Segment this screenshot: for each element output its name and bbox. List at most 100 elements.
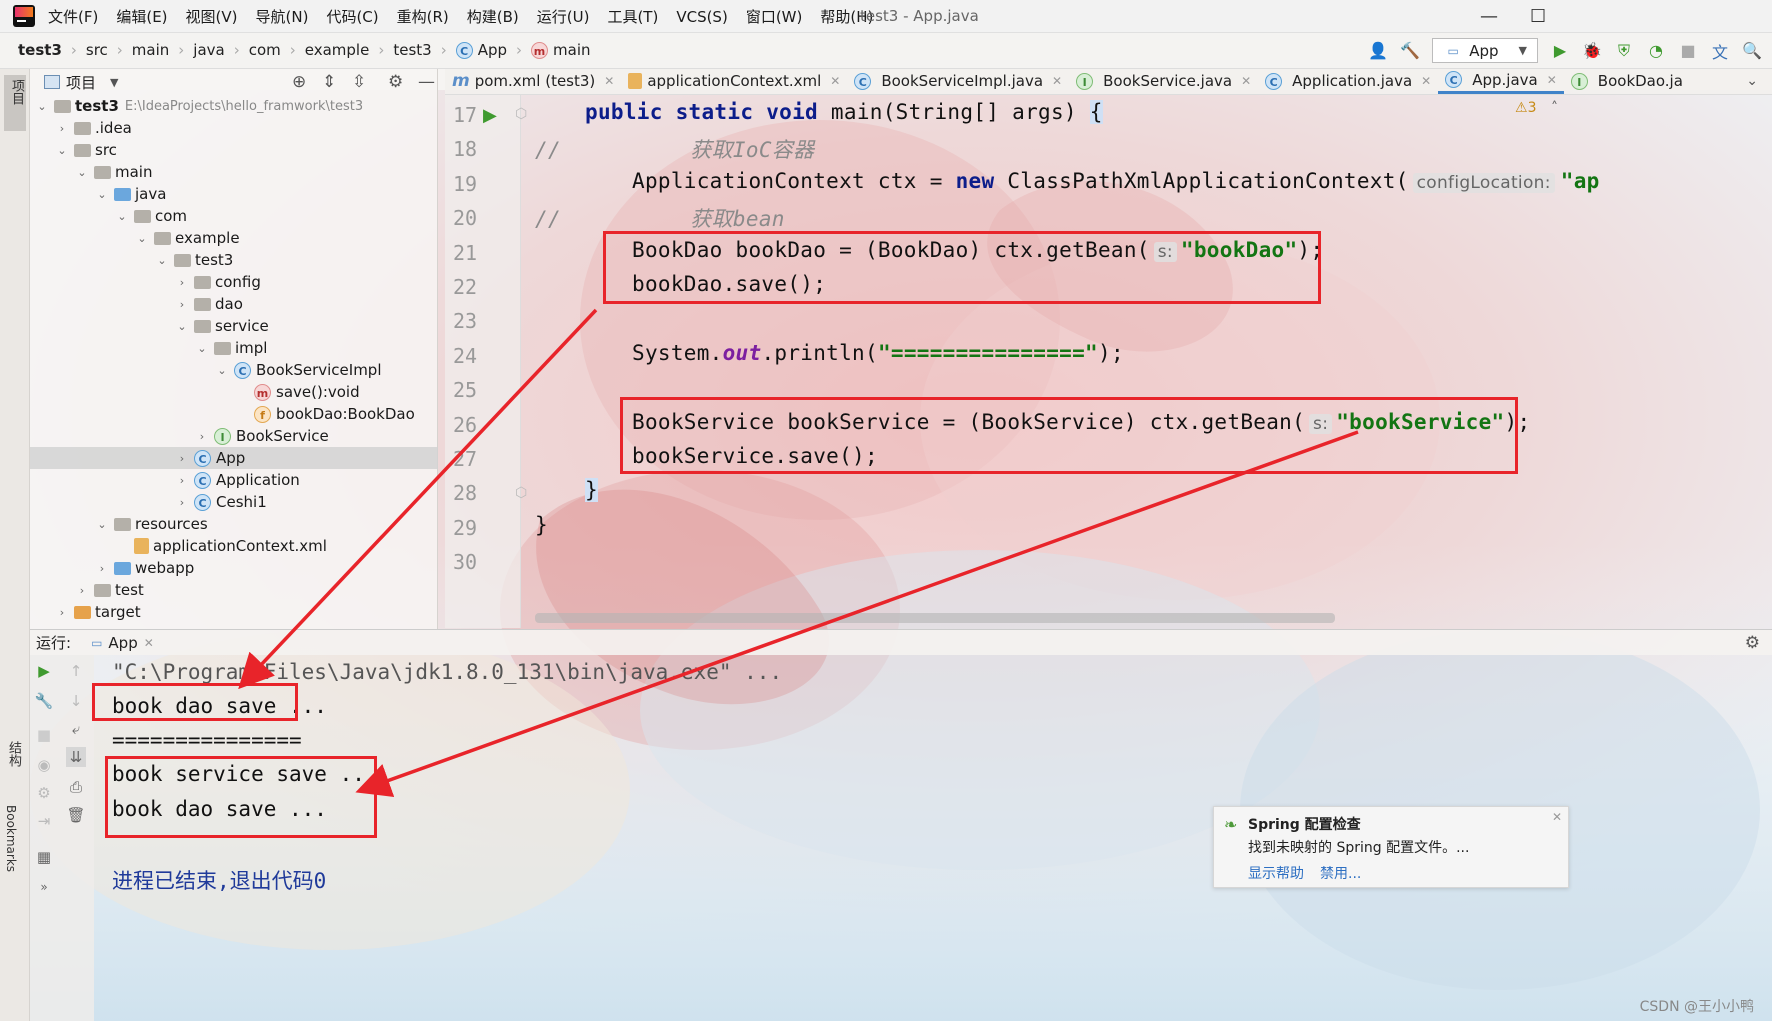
chevron-right-icon[interactable]: › (96, 562, 108, 575)
breadcrumb-com[interactable]: com (249, 41, 281, 59)
menu-vcs[interactable]: VCS(S) (676, 8, 727, 26)
chevron-right-icon[interactable]: › (176, 474, 188, 487)
tree-item-example[interactable]: ⌄ example (30, 227, 438, 249)
gear-icon[interactable]: ⚙ (388, 72, 403, 92)
chevron-down-icon[interactable]: ⌄ (56, 144, 68, 157)
tab-app-java[interactable]: C App.java ✕ (1438, 68, 1564, 94)
tab-pom-xml-test3-[interactable]: m pom.xml (test3) ✕ (445, 68, 621, 94)
layout-icon[interactable]: ▦ (34, 847, 54, 867)
locate-icon[interactable]: ⊕ (292, 72, 306, 92)
menu-refactor[interactable]: 重构(R) (397, 6, 449, 27)
tab-bookserviceimpl-java[interactable]: C BookServiceImpl.java ✕ (847, 68, 1069, 94)
tree-item-application[interactable]: › C Application (30, 469, 438, 491)
tree-item-src[interactable]: ⌄ src (30, 139, 438, 161)
tree-item-bookserviceimpl[interactable]: ⌄ C BookServiceImpl (30, 359, 438, 381)
tree-item-java[interactable]: ⌄ java (30, 183, 438, 205)
tree-item-bookdao-bookdao[interactable]: f bookDao:BookDao (30, 403, 438, 425)
tree-item-test3[interactable]: ⌄ test3 (30, 249, 438, 271)
project-panel-title[interactable]: 项目 (66, 72, 96, 93)
chevron-down-icon[interactable]: ⌄ (1746, 68, 1758, 94)
run-icon[interactable]: ▶ (1550, 41, 1570, 61)
chevron-right-icon[interactable]: › (196, 430, 208, 443)
translate-icon[interactable]: 文 (1710, 41, 1730, 62)
scroll-to-end-icon[interactable]: ⇊ (66, 747, 86, 767)
tree-item-resources[interactable]: ⌄ resources (30, 513, 438, 535)
warning-indicator[interactable]: ⚠3 ˄ (1515, 100, 1558, 116)
chevron-right-icon[interactable]: › (176, 496, 188, 509)
breadcrumb-method[interactable]: main (553, 41, 590, 59)
fold-marker-icon[interactable]: ⬡ (515, 485, 527, 501)
chevron-down-icon[interactable]: ⌄ (116, 210, 128, 223)
tree-item-test[interactable]: › test (30, 579, 438, 601)
close-icon[interactable]: ✕ (1552, 810, 1562, 824)
chevron-right-icon[interactable]: › (56, 122, 68, 135)
minimize-icon[interactable]: — (1480, 6, 1498, 27)
user-icon[interactable]: 👤 (1368, 41, 1388, 61)
tab-bookservice-java[interactable]: I BookService.java ✕ (1069, 68, 1258, 94)
chevron-up-icon[interactable]: ˄ (1551, 100, 1558, 116)
search-icon[interactable]: 🔍 (1742, 41, 1762, 61)
tree-item-config[interactable]: › config (30, 271, 438, 293)
tree-item-target[interactable]: › target (30, 601, 438, 623)
run-gutter-icon[interactable]: ▶ (483, 105, 497, 126)
close-icon[interactable]: ✕ (1547, 73, 1557, 87)
intellij-logo-icon[interactable] (13, 5, 35, 27)
structure-tool-label[interactable]: 结构 (4, 741, 23, 767)
hide-panel-icon[interactable]: — (418, 72, 435, 92)
run-config-select[interactable]: ▭ App ▼ (1432, 38, 1538, 63)
tree-item-app[interactable]: › C App (30, 447, 438, 469)
close-icon[interactable]: ✕ (604, 74, 614, 88)
chevron-down-icon[interactable]: ⌄ (136, 232, 148, 245)
chevron-down-icon[interactable]: ⌄ (36, 100, 48, 113)
camera-icon[interactable]: ◉ (34, 755, 54, 775)
tree-item-dao[interactable]: › dao (30, 293, 438, 315)
project-tool-button[interactable]: 项目 (4, 75, 26, 131)
coverage-icon[interactable]: ⛨ (1614, 41, 1634, 61)
exit-icon[interactable]: ⇥ (34, 811, 54, 831)
tree-item-applicationcontext-xml[interactable]: applicationContext.xml (30, 535, 438, 557)
menu-build[interactable]: 构建(B) (467, 6, 519, 27)
breadcrumb-java[interactable]: java (193, 41, 224, 59)
stop-icon[interactable]: ■ (34, 725, 54, 745)
menu-file[interactable]: 文件(F) (48, 6, 98, 27)
disable-link[interactable]: 禁用... (1320, 863, 1361, 883)
chevron-right-icon[interactable]: › (176, 298, 188, 311)
tree-item-main[interactable]: ⌄ main (30, 161, 438, 183)
print-icon[interactable]: ⎙ (66, 777, 86, 797)
chevron-right-icon[interactable]: › (176, 452, 188, 465)
breadcrumb-example[interactable]: example (305, 41, 370, 59)
menu-view[interactable]: 视图(V) (186, 6, 238, 27)
collapse-all-icon[interactable]: ⇳ (352, 72, 366, 92)
chevron-right-icon[interactable]: › (176, 276, 188, 289)
menu-navigate[interactable]: 导航(N) (256, 6, 309, 27)
close-icon[interactable]: ✕ (1241, 74, 1251, 88)
close-icon[interactable]: ✕ (1421, 74, 1431, 88)
chevron-down-icon[interactable]: ▼ (110, 76, 118, 89)
tree-item-impl[interactable]: ⌄ impl (30, 337, 438, 359)
chevron-down-icon[interactable]: ⌄ (156, 254, 168, 267)
chevron-down-icon[interactable]: ⌄ (96, 518, 108, 531)
tab-application-java[interactable]: C Application.java ✕ (1258, 68, 1438, 94)
close-icon[interactable]: ✕ (144, 636, 154, 650)
horizontal-scrollbar[interactable] (535, 613, 1335, 623)
chevron-right-icon[interactable]: › (76, 584, 88, 597)
tab-bookdao-ja[interactable]: I BookDao.ja (1564, 68, 1690, 94)
maximize-icon[interactable]: ☐ (1530, 6, 1546, 27)
fold-marker-icon[interactable]: ⬡ (515, 106, 527, 122)
gear-icon[interactable]: ⚙ (1745, 633, 1760, 653)
menu-window[interactable]: 窗口(W) (746, 6, 803, 27)
close-icon[interactable]: ✕ (830, 74, 840, 88)
tree-item-service[interactable]: ⌄ service (30, 315, 438, 337)
stop-icon[interactable]: ■ (1678, 41, 1698, 61)
menu-code[interactable]: 代码(C) (326, 6, 378, 27)
chevron-down-icon[interactable]: ⌄ (196, 342, 208, 355)
chevron-down-icon[interactable]: ⌄ (216, 364, 228, 377)
arrow-down-icon[interactable]: ↓ (66, 691, 86, 711)
tree-item-test3[interactable]: ⌄ test3 E:\IdeaProjects\hello_framwork\tes… (30, 95, 438, 117)
breadcrumb-test3[interactable]: test3 (393, 41, 431, 59)
profile-icon[interactable]: ◔ (1646, 41, 1666, 61)
chevron-right-icon[interactable]: › (56, 606, 68, 619)
chevron-down-icon[interactable]: ⌄ (76, 166, 88, 179)
show-help-link[interactable]: 显示帮助 (1248, 863, 1304, 883)
chevron-down-icon[interactable]: ⌄ (96, 188, 108, 201)
